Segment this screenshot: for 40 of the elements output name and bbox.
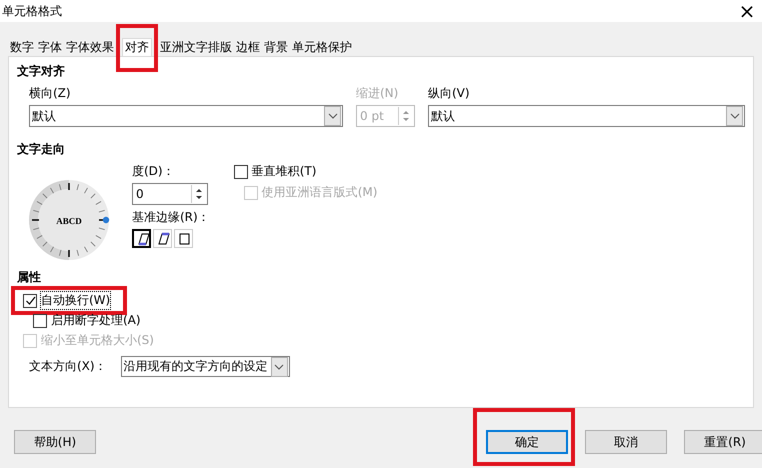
section-heading: 属性 bbox=[17, 269, 42, 286]
tab[interactable]: 单元格保护 bbox=[290, 38, 354, 56]
tab[interactable]: 背景 bbox=[262, 38, 290, 56]
dropdown[interactable]: 默认 bbox=[428, 105, 745, 127]
window-title: 单元格格式 bbox=[2, 2, 62, 20]
field-label: 度(D)： bbox=[132, 163, 176, 180]
field-label: 纵向(V) bbox=[428, 85, 471, 102]
dial-label: ABCD bbox=[56, 216, 82, 226]
dialog-button[interactable]: 取消 bbox=[585, 430, 667, 454]
tab[interactable]: 字体 bbox=[36, 38, 64, 56]
section-heading: 文字对齐 bbox=[17, 63, 66, 80]
checkbox-label: 使用亚洲语言版式(M) bbox=[262, 184, 378, 201]
tab[interactable]: 字体效果 bbox=[64, 38, 116, 56]
chevron-icon bbox=[270, 356, 288, 376]
dialog-button[interactable]: 确定 bbox=[486, 430, 568, 454]
close-button[interactable]: × bbox=[732, 1, 762, 21]
tab[interactable]: 亚洲文字排版 bbox=[158, 38, 234, 56]
dialog-button[interactable]: 帮助(H) bbox=[14, 430, 96, 454]
checkbox[interactable]: 自动换行(W) bbox=[23, 292, 110, 309]
dropdown[interactable]: 默认 bbox=[29, 105, 343, 127]
reference-edge-button[interactable] bbox=[132, 229, 151, 248]
field-label: 文本方向(X)： bbox=[29, 358, 107, 375]
dialog-button[interactable]: 重置(R) bbox=[684, 430, 762, 454]
checkbox[interactable]: 垂直堆积(T) bbox=[234, 163, 378, 180]
checkbox[interactable]: 启用断字处理(A) bbox=[23, 312, 141, 329]
chevron-icon bbox=[726, 106, 743, 126]
checkbox-label: 垂直堆积(T) bbox=[252, 163, 316, 180]
field-label: 缩进(N) bbox=[356, 85, 400, 102]
dropdown[interactable]: 沿用现有的文字方向的设定 bbox=[120, 356, 290, 377]
field-label: 横向(Z) bbox=[29, 85, 72, 102]
field-label: 基准边缘(R)： bbox=[132, 209, 210, 226]
checkbox-label: 自动换行(W) bbox=[41, 292, 110, 309]
tab[interactable]: 边框 bbox=[234, 38, 262, 56]
rotation-dial[interactable] bbox=[29, 180, 110, 260]
degrees-spin-field[interactable]: 0 bbox=[132, 183, 208, 205]
tab[interactable]: 对齐 bbox=[122, 38, 152, 56]
chevron-icon bbox=[324, 106, 341, 126]
tab[interactable]: 数字 bbox=[8, 38, 36, 56]
checkbox-label: 启用断字处理(A) bbox=[51, 312, 141, 329]
section-heading: 文字走向 bbox=[17, 141, 66, 158]
